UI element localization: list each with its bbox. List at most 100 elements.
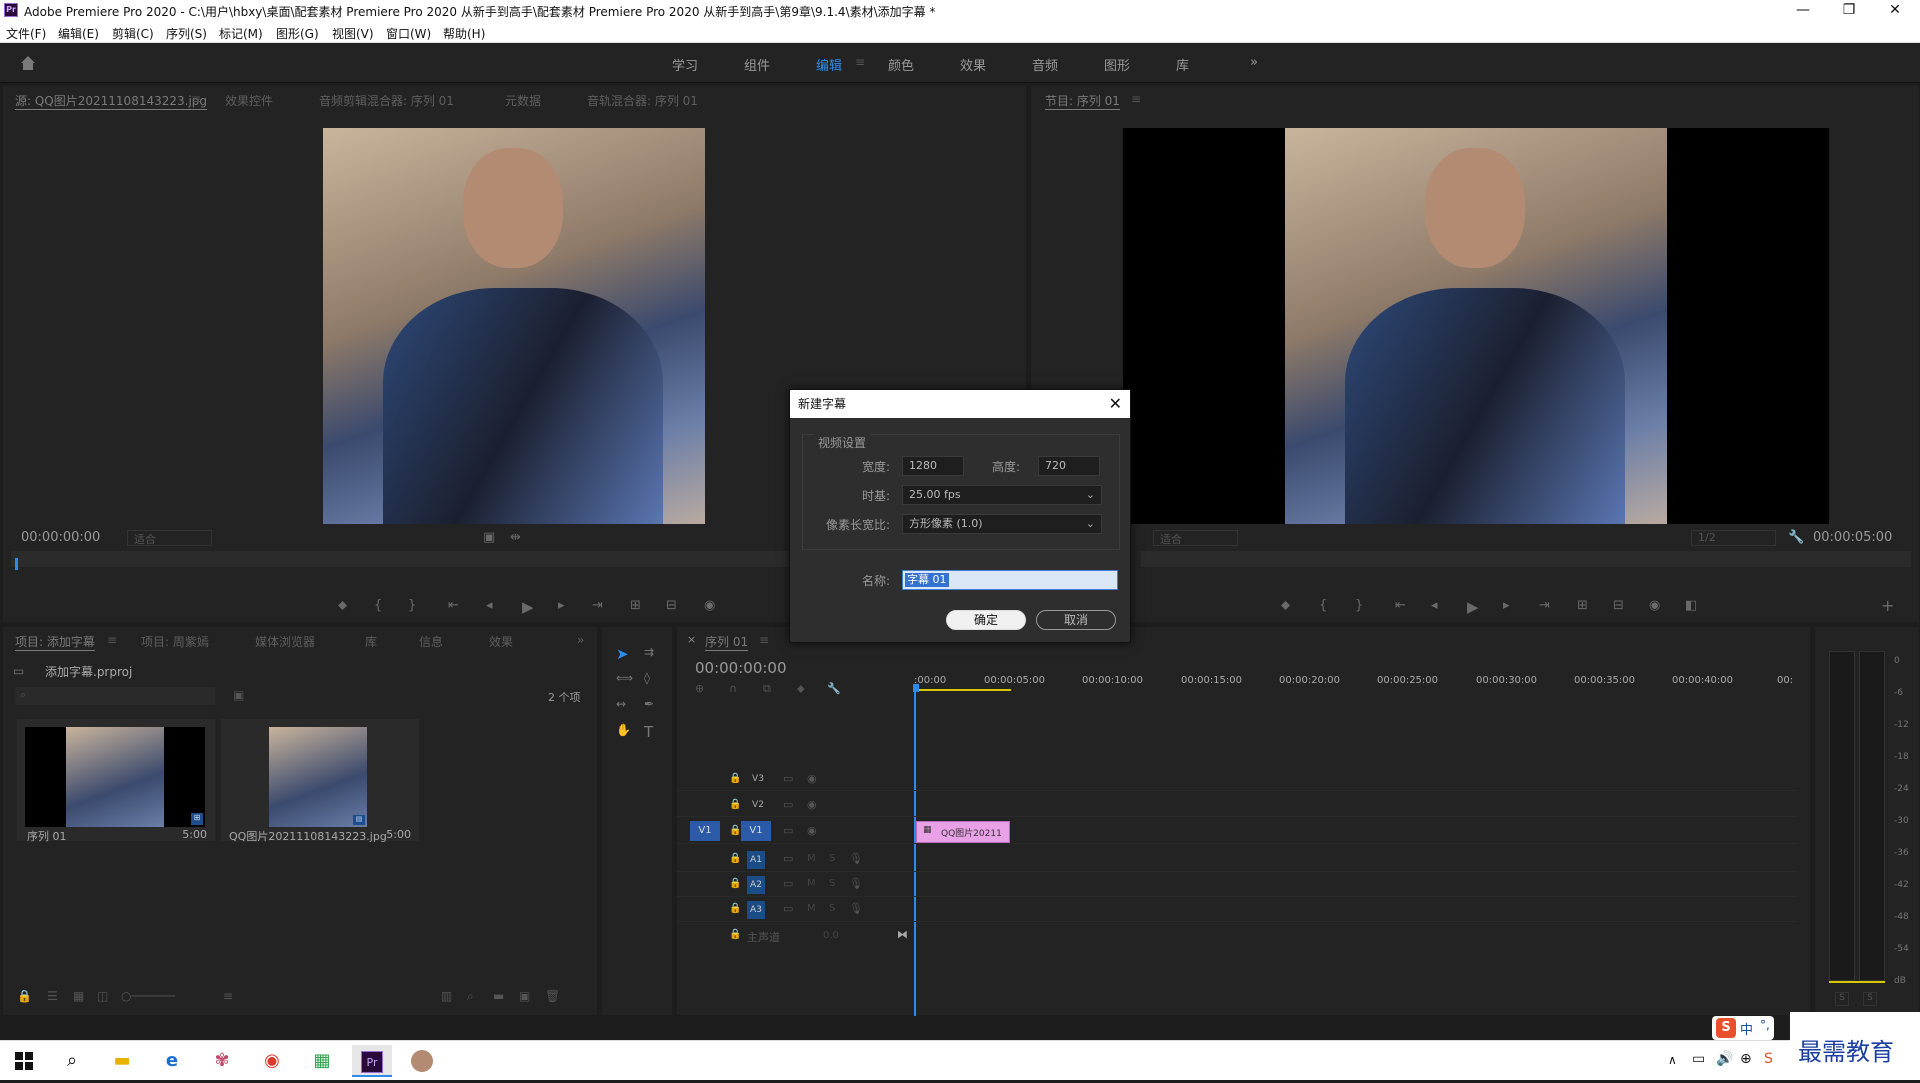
list-view-icon[interactable]: ☰ — [47, 989, 58, 1003]
tab-source[interactable]: 源: QQ图片20211108143223.jpg — [15, 92, 207, 109]
edge-browser-icon[interactable]: e — [152, 1045, 192, 1077]
new-item-icon[interactable]: ▣ — [519, 989, 530, 1003]
track-lock-icon[interactable]: 🔒 — [729, 773, 741, 784]
new-bin-icon[interactable]: ▬ — [493, 989, 504, 1003]
height-input[interactable]: 720 — [1038, 456, 1100, 476]
file-explorer-icon[interactable]: ▬ — [102, 1045, 142, 1077]
menu-edit[interactable]: 编辑(E) — [58, 25, 99, 42]
insert-icon[interactable]: ⊞ — [630, 598, 641, 613]
program-mark-in-icon[interactable]: { — [1319, 598, 1327, 613]
solo-button[interactable]: S — [829, 878, 835, 889]
tray-app-icon[interactable]: ⊕ — [1740, 1051, 1752, 1067]
project-search-input[interactable] — [15, 687, 215, 705]
chrome-icon[interactable]: ◉ — [252, 1045, 292, 1077]
freeform-view-icon[interactable]: ◫ — [97, 989, 108, 1003]
program-fit-dropdown[interactable]: 适合 — [1153, 530, 1238, 546]
workspace-libraries[interactable]: 库 — [1176, 55, 1189, 74]
eye-icon[interactable]: ◉ — [807, 798, 817, 811]
type-tool-icon[interactable]: T — [644, 723, 653, 741]
workspace-assembly[interactable]: 组件 — [744, 55, 770, 74]
go-to-out-icon[interactable]: ⇥ — [592, 598, 603, 613]
track-target-v1[interactable]: V1 — [741, 821, 771, 841]
mark-out-icon[interactable]: } — [408, 598, 416, 613]
program-go-to-in-icon[interactable]: ⇤ — [1395, 598, 1406, 613]
mark-in-icon[interactable]: { — [374, 598, 382, 613]
volume-icon[interactable]: 🔊 — [1716, 1051, 1733, 1067]
program-timecode[interactable]: 00:00:05:00 — [1813, 530, 1892, 545]
timeline-menu-icon[interactable]: ≡ — [759, 633, 769, 647]
more-workspaces-icon[interactable]: » — [1250, 55, 1258, 70]
razor-tool-icon[interactable]: ◊ — [644, 671, 650, 685]
tab-audio-track-mixer[interactable]: 音轨混合器: 序列 01 — [587, 92, 698, 109]
find-icon[interactable]: ⌕ — [467, 989, 474, 1004]
width-input[interactable]: 1280 — [902, 456, 964, 476]
menu-clip[interactable]: 剪辑(C) — [112, 25, 154, 42]
workspace-graphics[interactable]: 图形 — [1104, 55, 1130, 74]
menu-graphics[interactable]: 图形(G) — [276, 25, 319, 42]
windows-start-icon[interactable] — [4, 1045, 44, 1077]
snap-icon[interactable]: ∩ — [729, 682, 737, 695]
program-quality-dropdown[interactable]: 1/2 — [1691, 530, 1776, 546]
maximize-icon[interactable]: ❐ — [1826, 0, 1872, 22]
timeline-ruler[interactable]: :00:00 00:00:05:00 00:00:10:00 00:00:15:… — [914, 667, 1800, 699]
tab-audio-clip-mixer[interactable]: 音频剪辑混合器: 序列 01 — [319, 92, 454, 109]
mute-button[interactable]: M — [807, 903, 816, 914]
source-patch-v1[interactable]: V1 — [690, 821, 720, 841]
step-forward-icon[interactable]: ▸ — [558, 598, 565, 613]
track-target-a1[interactable]: A1 — [747, 851, 765, 869]
timeline-marker-icon[interactable]: ⬥ — [797, 682, 805, 696]
program-settings-icon[interactable]: 🔧 — [1788, 530, 1804, 545]
tab-metadata[interactable]: 元数据 — [505, 92, 541, 109]
tab-libraries[interactable]: 库 — [365, 633, 377, 650]
program-step-back-icon[interactable]: ◂ — [1431, 598, 1438, 613]
program-panel-menu-icon[interactable]: ≡ — [1131, 92, 1141, 106]
linked-selection-icon[interactable]: ⧉ — [763, 682, 771, 696]
menu-window[interactable]: 窗口(W) — [386, 25, 431, 42]
tray-sogou-icon[interactable]: S — [1764, 1051, 1773, 1067]
nest-icon[interactable]: ⊕ — [695, 682, 704, 695]
track-select-tool-icon[interactable]: ⇉ — [644, 645, 654, 659]
timeline-settings-icon[interactable]: 🔧 — [827, 682, 841, 695]
solo-left-button[interactable]: S — [1835, 992, 1849, 1006]
track-target-a2[interactable]: A2 — [747, 876, 765, 894]
program-go-to-out-icon[interactable]: ⇥ — [1539, 598, 1550, 613]
new-bin-from-search-icon[interactable]: ▣ — [233, 688, 244, 702]
work-area-bar[interactable] — [914, 689, 1011, 691]
tab-media-browser[interactable]: 媒体浏览器 — [255, 633, 315, 650]
workspace-editing[interactable]: 编辑 — [816, 55, 842, 74]
menu-help[interactable]: 帮助(H) — [443, 25, 485, 42]
eye-icon[interactable]: ◉ — [807, 824, 817, 837]
timeline-timecode[interactable]: 00:00:00:00 — [695, 659, 787, 677]
sync-lock-icon[interactable]: ▭ — [783, 798, 793, 811]
ok-button[interactable]: 确定 — [946, 610, 1026, 630]
sort-icon[interactable]: ≡ — [223, 989, 233, 1003]
project-item[interactable]: ▤ QQ图片20211108143223.jpg 5:00 — [221, 719, 419, 843]
mute-button[interactable]: M — [807, 853, 816, 864]
pixel-aspect-dropdown[interactable]: 方形像素 (1.0) ⌄ — [902, 514, 1102, 534]
premiere-taskbar-icon[interactable]: Pr — [352, 1045, 392, 1077]
zoom-slider[interactable]: ○────── — [121, 989, 175, 1003]
clear-icon[interactable]: 🗑 — [545, 989, 560, 1003]
solo-button[interactable]: S — [829, 903, 835, 914]
playhead-handle[interactable] — [913, 684, 919, 692]
step-back-icon[interactable]: ◂ — [486, 598, 493, 613]
workspace-learn[interactable]: 学习 — [672, 55, 698, 74]
slip-tool-icon[interactable]: ↔ — [616, 697, 626, 711]
lift-icon[interactable]: ⊞ — [1577, 598, 1588, 613]
source-fit-dropdown[interactable]: 适合 — [127, 530, 212, 546]
pen-tool-icon[interactable]: ✒ — [644, 697, 654, 711]
project-item[interactable]: ⊞ 序列 01 5:00 — [17, 719, 215, 843]
eye-icon[interactable]: ◉ — [807, 772, 817, 785]
track-lock-icon[interactable]: 🔒 — [729, 799, 741, 810]
settings-icon[interactable]: ▣ — [483, 530, 495, 545]
close-icon[interactable]: ✕ — [1872, 0, 1918, 22]
workspace-audio[interactable]: 音频 — [1032, 55, 1058, 74]
play-icon[interactable]: ▶ — [522, 598, 534, 616]
app-tiles-icon[interactable]: ▦ — [302, 1045, 342, 1077]
timebase-dropdown[interactable]: 25.00 fps ⌄ — [902, 485, 1102, 505]
ime-toolbar[interactable]: S 中 °, — [1712, 1016, 1774, 1040]
network-icon[interactable]: ▭ — [1692, 1051, 1705, 1067]
track-lock-icon[interactable]: 🔒 — [729, 903, 741, 914]
close-sequence-icon[interactable]: × — [687, 633, 696, 646]
automate-icon[interactable]: ▥ — [441, 989, 452, 1003]
